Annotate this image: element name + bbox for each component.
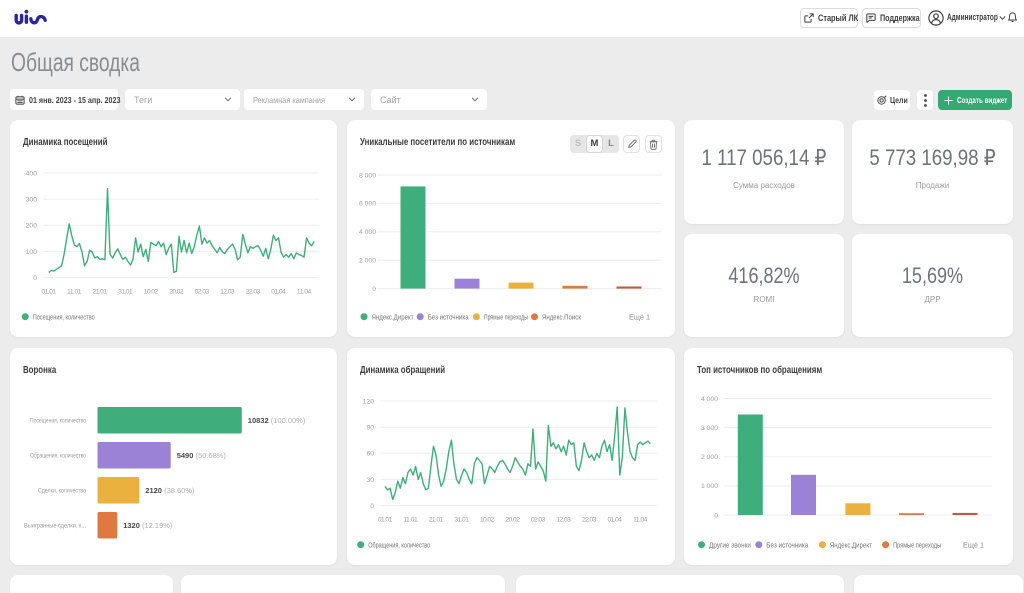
svg-text:Посещения, количество: Посещения, количество bbox=[30, 418, 86, 425]
svg-text:2120 (38.60%): 2120 (38.60%) bbox=[145, 486, 195, 495]
svg-text:3 000: 3 000 bbox=[701, 425, 718, 432]
svg-text:21.01: 21.01 bbox=[429, 517, 444, 524]
svg-text:01.01: 01.01 bbox=[378, 517, 393, 524]
svg-text:Выигранные сделки, к...: Выигранные сделки, к... bbox=[24, 523, 86, 530]
svg-text:8 000: 8 000 bbox=[359, 172, 376, 179]
svg-text:6 000: 6 000 bbox=[359, 201, 376, 208]
svg-text:12.03: 12.03 bbox=[220, 289, 235, 296]
svg-text:5490 (50.68%): 5490 (50.68%) bbox=[177, 451, 227, 460]
svg-text:0: 0 bbox=[372, 286, 376, 293]
svg-text:11.01: 11.01 bbox=[67, 289, 82, 296]
svg-text:20.02: 20.02 bbox=[505, 517, 520, 524]
svg-text:Яндекс.Поиск: Яндекс.Поиск bbox=[542, 312, 582, 321]
svg-text:01.04: 01.04 bbox=[271, 289, 286, 296]
svg-text:Ещё 1: Ещё 1 bbox=[963, 540, 984, 549]
svg-text:Яндекс.Директ: Яндекс.Директ bbox=[372, 312, 415, 321]
svg-text:11.01: 11.01 bbox=[403, 517, 418, 524]
svg-text:12.03: 12.03 bbox=[556, 517, 571, 524]
svg-text:02.03: 02.03 bbox=[195, 289, 210, 296]
svg-text:10.02: 10.02 bbox=[144, 289, 159, 296]
svg-text:4 000: 4 000 bbox=[701, 396, 718, 403]
svg-text:Без источника: Без источника bbox=[428, 312, 470, 321]
svg-text:30: 30 bbox=[366, 477, 374, 484]
svg-text:4 000: 4 000 bbox=[359, 229, 376, 236]
svg-text:2 000: 2 000 bbox=[701, 454, 718, 461]
svg-text:Другие звонки: Другие звонки bbox=[709, 540, 751, 549]
svg-text:Без источника: Без источника bbox=[766, 540, 809, 549]
svg-text:Ещё 1: Ещё 1 bbox=[629, 312, 650, 321]
svg-text:20.02: 20.02 bbox=[169, 289, 184, 296]
svg-text:Обращения, количество: Обращения, количество bbox=[30, 452, 86, 460]
svg-text:11.04: 11.04 bbox=[633, 517, 648, 524]
svg-text:Прямые переходы: Прямые переходы bbox=[484, 312, 528, 321]
svg-text:2 000: 2 000 bbox=[359, 258, 376, 265]
svg-text:1320 (12.19%): 1320 (12.19%) bbox=[123, 521, 173, 530]
svg-text:300: 300 bbox=[26, 197, 38, 204]
svg-text:Сделки, количество: Сделки, количество bbox=[38, 488, 86, 495]
svg-text:120: 120 bbox=[363, 398, 375, 405]
svg-text:11.04: 11.04 bbox=[297, 289, 312, 296]
svg-text:10832 (100.00%): 10832 (100.00%) bbox=[248, 416, 306, 425]
svg-text:Яндекс.Директ: Яндекс.Директ bbox=[830, 540, 873, 549]
svg-text:Обращения, количество: Обращения, количество bbox=[368, 540, 430, 549]
svg-text:1 000: 1 000 bbox=[701, 483, 718, 490]
svg-text:0: 0 bbox=[370, 503, 374, 510]
svg-text:400: 400 bbox=[26, 170, 38, 177]
svg-text:0: 0 bbox=[33, 275, 37, 282]
svg-text:01.01: 01.01 bbox=[42, 289, 57, 296]
svg-text:Посещения, количество: Посещения, количество bbox=[33, 312, 95, 321]
svg-text:0: 0 bbox=[714, 512, 718, 519]
svg-text:60: 60 bbox=[366, 451, 374, 458]
svg-text:90: 90 bbox=[366, 425, 374, 432]
svg-text:10.02: 10.02 bbox=[480, 517, 495, 524]
svg-text:22.03: 22.03 bbox=[246, 289, 261, 296]
svg-text:31.01: 31.01 bbox=[118, 289, 133, 296]
svg-text:21.01: 21.01 bbox=[93, 289, 108, 296]
svg-text:31.01: 31.01 bbox=[454, 517, 469, 524]
svg-text:100: 100 bbox=[26, 249, 38, 256]
svg-text:22.03: 22.03 bbox=[582, 517, 597, 524]
svg-text:200: 200 bbox=[26, 223, 38, 230]
svg-text:01.04: 01.04 bbox=[607, 517, 622, 524]
svg-text:02.03: 02.03 bbox=[531, 517, 546, 524]
svg-text:Прямые переходы: Прямые переходы bbox=[893, 540, 941, 549]
